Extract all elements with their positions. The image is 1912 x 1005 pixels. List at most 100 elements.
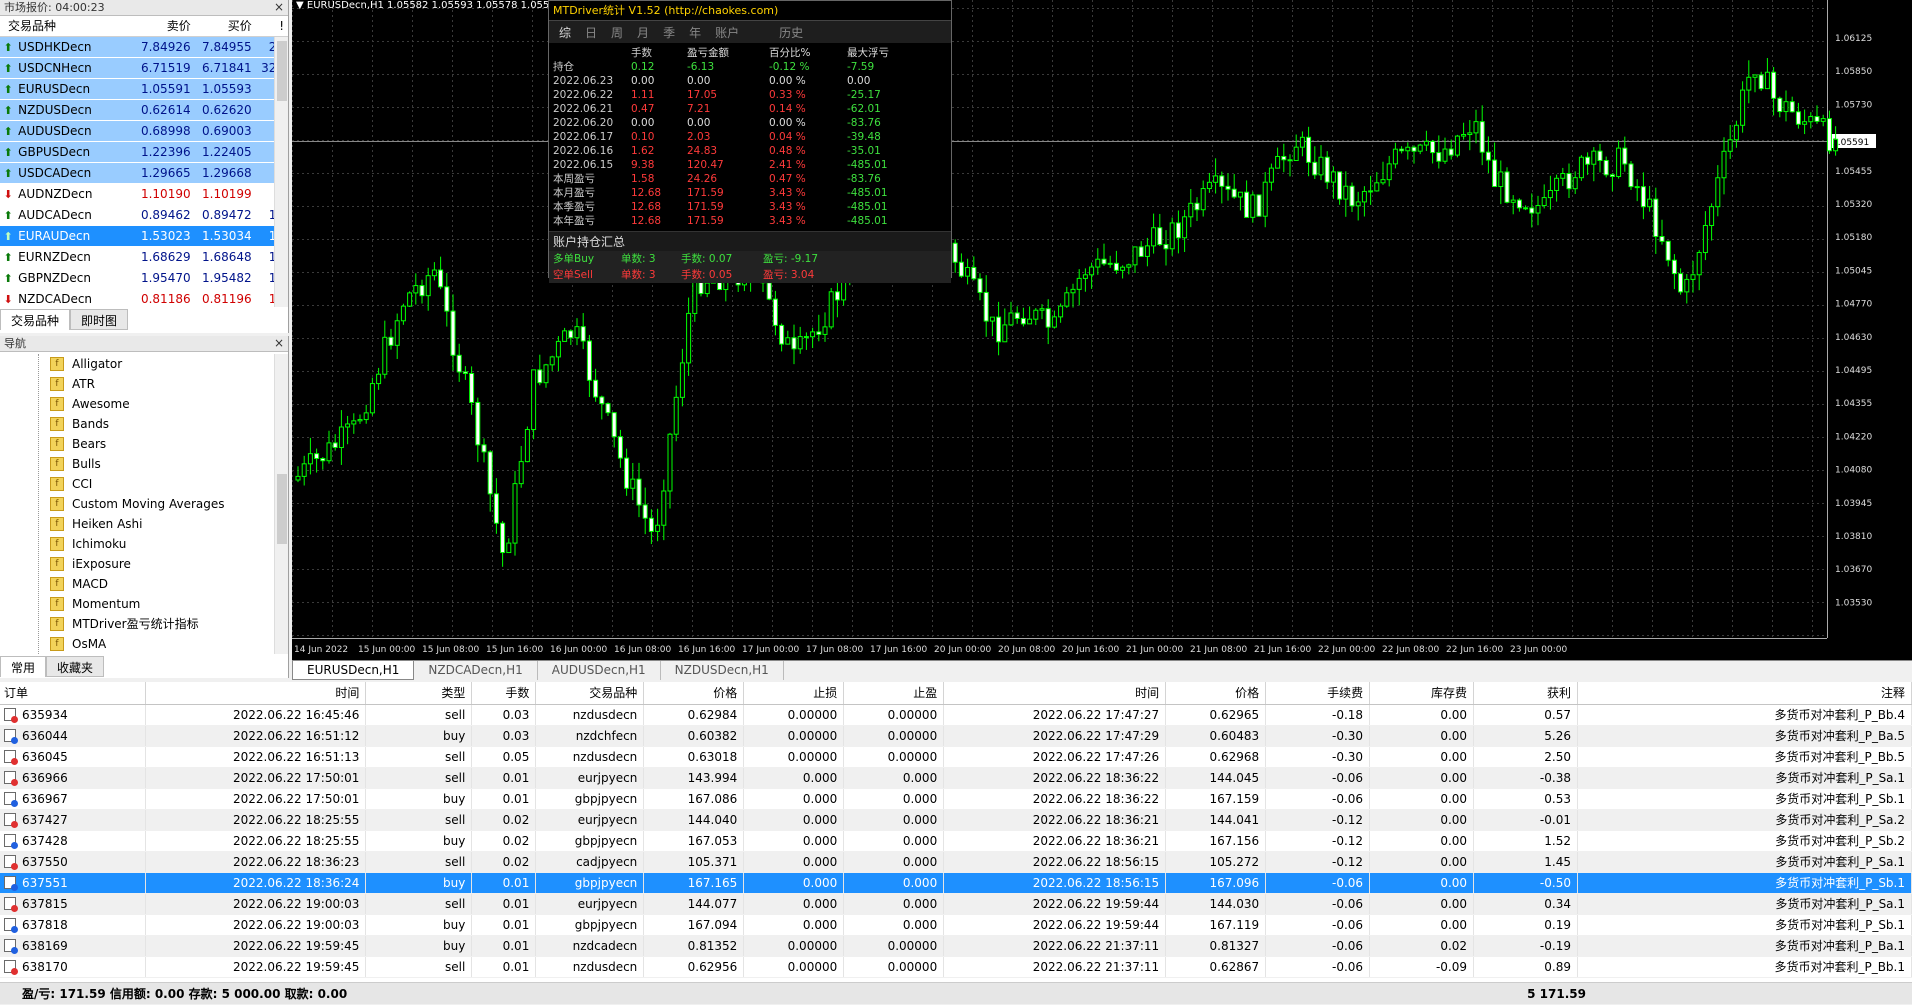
history-col-header[interactable]: 止损 (743, 682, 845, 705)
stats-tab[interactable]: 月 (637, 24, 649, 41)
history-col-header[interactable]: 时间 (943, 682, 1167, 705)
history-row[interactable]: 637818 2022.06.22 19:00:03 buy 0.01 gbpjpyec… (0, 914, 1912, 936)
stats-col-pl: 盈亏金额 (687, 47, 729, 59)
history-row[interactable]: 637815 2022.06.22 19:00:03 sell 0.01 eurjpye… (0, 893, 1912, 915)
market-row[interactable]: ⬇AUDNZDecn1.101901.101999 (0, 184, 288, 205)
history-col-header[interactable]: 时间 (145, 682, 367, 705)
market-row[interactable]: ⬆EURAUDecn1.530231.5303411 (0, 226, 288, 247)
navigator-item[interactable]: f Bands (0, 414, 272, 434)
history-cell-tp: 0.000 (843, 788, 945, 810)
close-icon[interactable]: × (274, 336, 284, 351)
candle-body (1554, 177, 1560, 191)
history-row[interactable]: 637427 2022.06.22 18:25:55 sell 0.02 eurjpye… (0, 809, 1912, 831)
navigator-item[interactable]: f Momentum (0, 594, 272, 614)
stats-tab[interactable]: 年 (689, 24, 701, 41)
chart-tab[interactable]: NZDCADecn,H1 (414, 661, 538, 680)
history-col-header[interactable]: 库存费 (1369, 682, 1475, 705)
history-col-header[interactable]: 手续费 (1265, 682, 1371, 705)
navigator-item[interactable]: f Heiken Ashi (0, 514, 272, 534)
col-bid[interactable]: 卖价 (128, 16, 191, 36)
candle-body (1609, 174, 1615, 177)
history-col-header[interactable]: 获利 (1473, 682, 1578, 705)
tab-favorites[interactable]: 收藏夹 (46, 656, 105, 677)
market-row[interactable]: ⬆AUDUSDecn0.689980.690035 (0, 121, 288, 142)
col-symbol[interactable]: 交易品种 (0, 16, 128, 36)
market-row[interactable]: ⬆EURNZDecn1.686291.6864819 (0, 247, 288, 268)
market-watch-tabs: 交易品种 即时图 (0, 309, 129, 330)
price-chart[interactable]: 1.061251.058501.057301.055911.054551.053… (292, 0, 1912, 660)
stats-tab[interactable]: 日 (585, 24, 597, 41)
market-row[interactable]: ⬇NZDCADecn0.811860.8119610 (0, 289, 288, 310)
close-icon[interactable]: × (274, 0, 284, 15)
history-col-header[interactable]: 手数 (471, 682, 537, 705)
navigator-item[interactable]: f Custom Moving Averages (0, 494, 272, 514)
stats-tab[interactable]: 账户 (715, 24, 739, 41)
chart-canvas[interactable]: 1.061251.058501.057301.055911.054551.053… (292, 0, 1912, 660)
market-row[interactable]: ⬆AUDCADecn0.894620.8947210 (0, 205, 288, 226)
history-row[interactable]: 636044 2022.06.22 16:51:12 buy 0.03 nzdchfec… (0, 725, 1912, 747)
col-spread[interactable]: ! (252, 16, 288, 36)
navigator-scrollbar[interactable] (274, 354, 288, 654)
history-col-header[interactable]: 价格 (1165, 682, 1267, 705)
stats-tab[interactable]: 季 (663, 24, 675, 41)
candle-body (1399, 148, 1405, 152)
history-row[interactable]: 637428 2022.06.22 18:25:55 buy 0.02 gbpjpyec… (0, 830, 1912, 852)
navigator-item[interactable]: f Bulls (0, 454, 272, 474)
history-col-header[interactable]: 订单 (0, 682, 147, 705)
history-col-header[interactable]: 交易品种 (535, 682, 645, 705)
history-row[interactable]: 638170 2022.06.22 19:59:45 sell 0.01 nzdusde… (0, 956, 1912, 978)
chart-tab[interactable]: NZDUSDecn,H1 (661, 661, 784, 680)
history-col-header[interactable]: 止盈 (843, 682, 945, 705)
navigator-item[interactable]: f iExposure (0, 554, 272, 574)
history-cell-sl: 0.000 (743, 851, 845, 873)
navigator-item[interactable]: f MACD (0, 574, 272, 594)
history-cell-type: buy (365, 725, 473, 747)
history-row[interactable]: 636967 2022.06.22 17:50:01 buy 0.01 gbpjpyec… (0, 788, 1912, 810)
navigator-item[interactable]: f MTDriver盈亏统计指标 (0, 614, 272, 634)
candle-body (803, 336, 809, 339)
history-cell-cmt: 多货币对冲套利_P_Sa.1 (1577, 767, 1912, 789)
history-cell-t2: 2022.06.22 18:36:21 (943, 809, 1167, 831)
candle-body (1045, 308, 1051, 328)
stats-row-label: 本年盈亏 (553, 215, 595, 227)
tab-symbols[interactable]: 交易品种 (0, 309, 71, 330)
scrollbar-thumb[interactable] (277, 41, 287, 101)
history-col-header[interactable]: 类型 (365, 682, 473, 705)
history-col-header[interactable]: 价格 (643, 682, 745, 705)
navigator-item[interactable]: f Alligator (0, 354, 272, 374)
history-row[interactable]: 635934 2022.06.22 16:45:46 sell 0.03 nzdusde… (0, 704, 1912, 726)
market-row[interactable]: ⬆USDHKDecn7.849267.8495529 (0, 37, 288, 58)
navigator-item[interactable]: f CCI (0, 474, 272, 494)
navigator-item[interactable]: f OsMA (0, 634, 272, 654)
chart-tab[interactable]: EURUSDecn,H1 (292, 661, 415, 680)
market-row[interactable]: ⬆GBPNZDecn1.954701.9548212 (0, 268, 288, 289)
navigator-item[interactable]: f Ichimoku (0, 534, 272, 554)
history-row[interactable]: 638169 2022.06.22 19:59:45 buy 0.01 nzdcadec… (0, 935, 1912, 957)
stats-tab[interactable]: 综 (559, 24, 571, 41)
stats-tab[interactable]: 周 (611, 24, 623, 41)
market-row[interactable]: ⬆GBPUSDecn1.223961.224059 (0, 142, 288, 163)
stats-tab[interactable]: 历史 (779, 24, 803, 41)
chart-tab[interactable]: AUDUSDecn,H1 (538, 661, 661, 680)
stats-lots: 1.62 (631, 145, 655, 157)
tab-tick-chart[interactable]: 即时图 (70, 309, 129, 330)
history-row[interactable]: 636045 2022.06.22 16:51:13 sell 0.05 nzdusde… (0, 746, 1912, 768)
history-row[interactable]: 637550 2022.06.22 18:36:23 sell 0.02 cadjpye… (0, 851, 1912, 873)
history-row[interactable]: 637551 2022.06.22 18:36:24 buy 0.01 gbpjpyec… (0, 872, 1912, 894)
history-row[interactable]: 636966 2022.06.22 17:50:01 sell 0.01 eurjpye… (0, 767, 1912, 789)
market-row[interactable]: ⬆ USDCNHecn 6.71519 6.71841 322 (0, 58, 288, 79)
history-cell-fee: -0.12 (1265, 809, 1371, 831)
market-row[interactable]: ⬆EURUSDecn1.055911.055932 (0, 79, 288, 100)
tab-common[interactable]: 常用 (0, 656, 47, 677)
navigator-item[interactable]: f ATR (0, 374, 272, 394)
col-ask[interactable]: 买价 (191, 16, 252, 36)
market-row[interactable]: ⬆USDCADecn1.296651.296683 (0, 163, 288, 184)
navigator-item[interactable]: f Bears (0, 434, 272, 454)
order-id: 636044 (22, 728, 68, 743)
market-row[interactable]: ⬆NZDUSDecn0.626140.626206 (0, 100, 288, 121)
market-watch-scrollbar[interactable] (274, 37, 288, 307)
history-col-header[interactable]: 注释 (1577, 682, 1912, 705)
scrollbar-thumb[interactable] (277, 474, 287, 544)
navigator-item[interactable]: f Awesome (0, 394, 272, 414)
candle-body (1746, 76, 1752, 91)
